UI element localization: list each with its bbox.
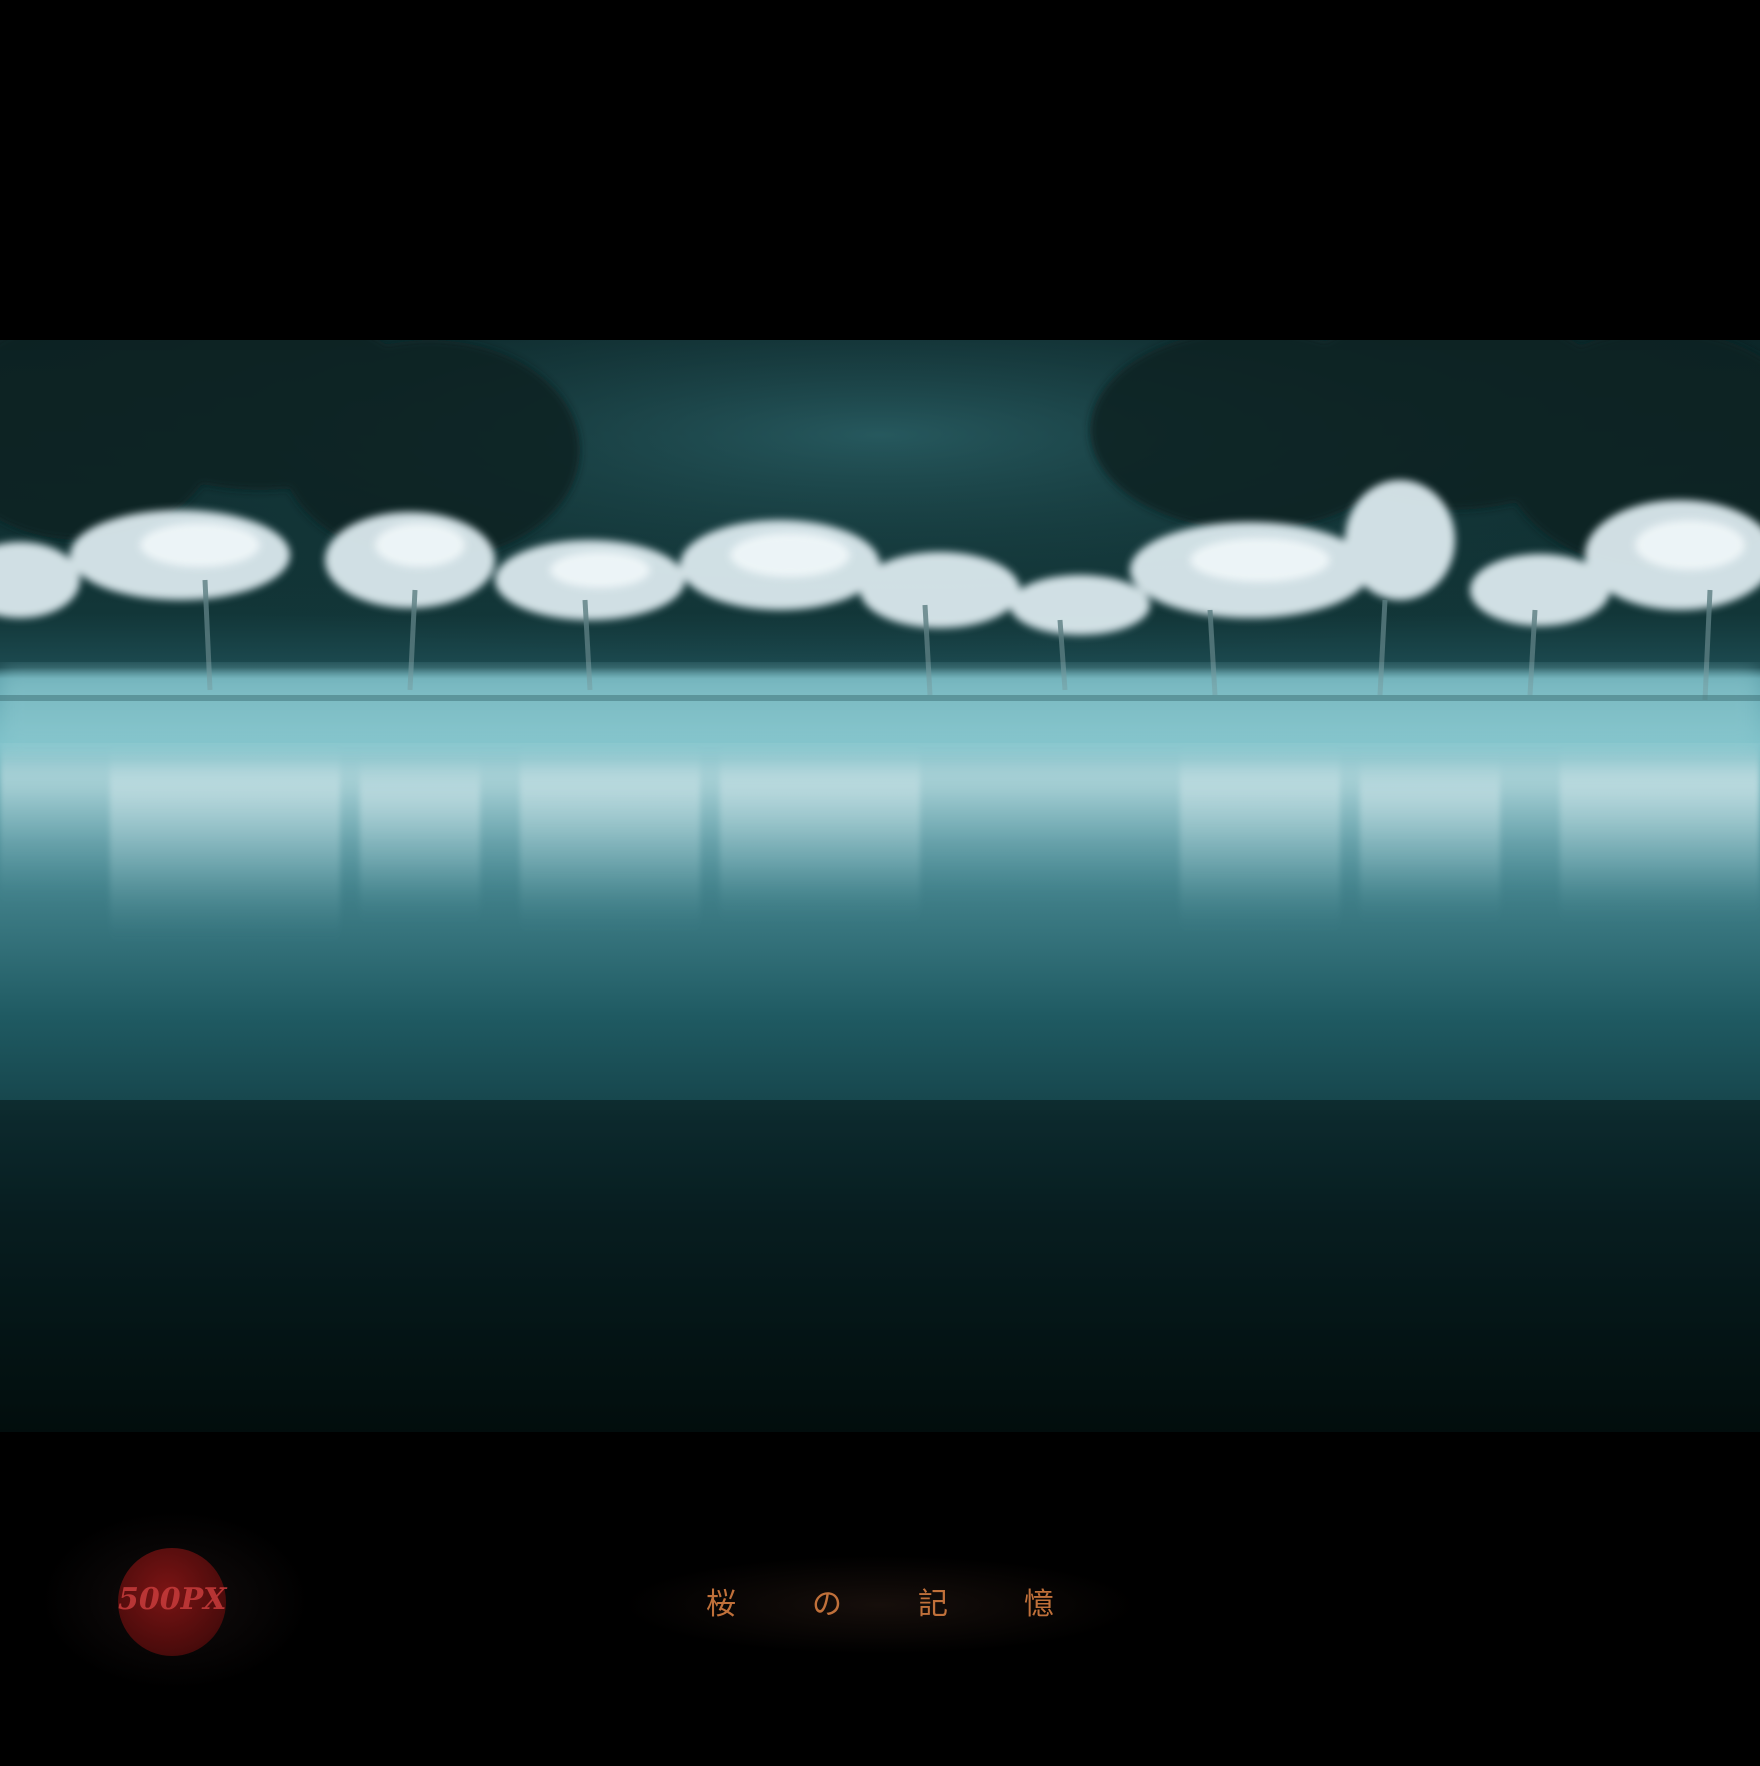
landscape-svg — [0, 340, 1760, 1432]
caption-char: 桜 — [706, 1587, 736, 1622]
water-reflection — [0, 760, 1760, 930]
landscape-photo — [0, 340, 1760, 1432]
watermark-text: 500PX — [118, 1582, 227, 1617]
photo-frame: 桜 の 記 憶 500PX — [0, 0, 1760, 1766]
caption-char: 憶 — [1024, 1587, 1054, 1622]
caption-char: の — [812, 1587, 842, 1622]
photo-caption: 桜の記憶 — [620, 1580, 1140, 1630]
caption-char: 記 — [918, 1587, 948, 1622]
500px-watermark: 500PX — [40, 1510, 310, 1690]
